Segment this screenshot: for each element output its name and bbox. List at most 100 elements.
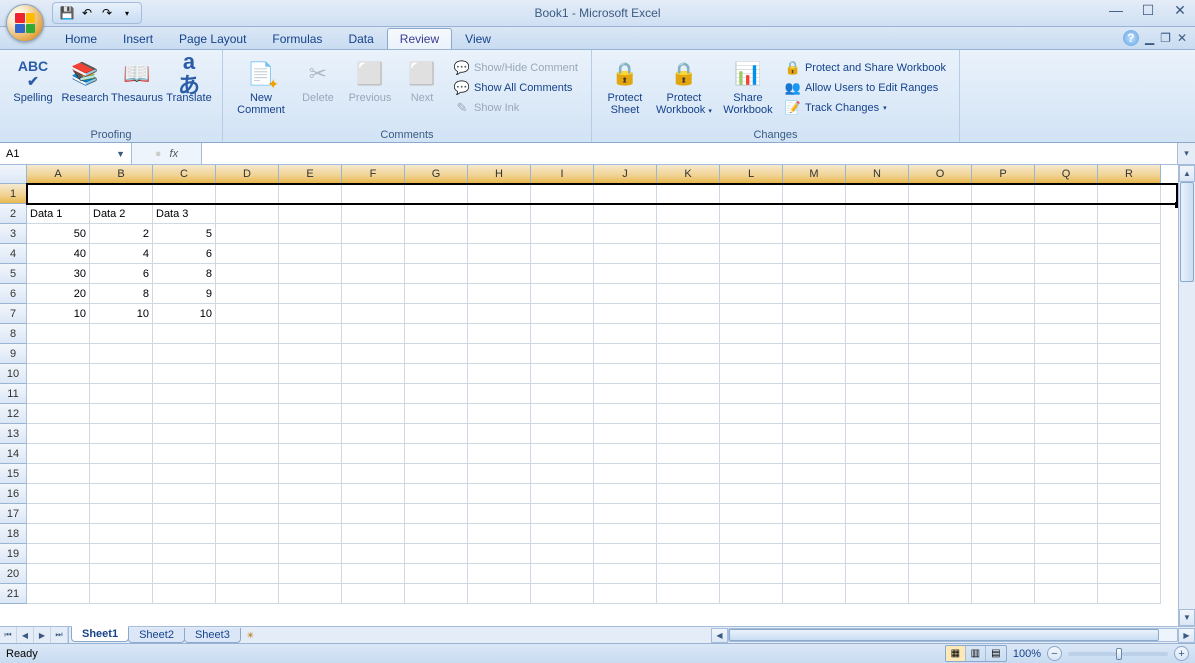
cell-D7[interactable] [216, 304, 279, 324]
cell-O17[interactable] [909, 504, 972, 524]
cell-L6[interactable] [720, 284, 783, 304]
cell-H14[interactable] [468, 444, 531, 464]
cell-N18[interactable] [846, 524, 909, 544]
spelling-button[interactable]: ABC✔ Spelling [8, 53, 58, 123]
cell-Q12[interactable] [1035, 404, 1098, 424]
cell-J2[interactable] [594, 204, 657, 224]
cell-M15[interactable] [783, 464, 846, 484]
cell-C16[interactable] [153, 484, 216, 504]
row-header-16[interactable]: 16 [0, 484, 27, 504]
cell-G16[interactable] [405, 484, 468, 504]
cell-R12[interactable] [1098, 404, 1161, 424]
cell-F21[interactable] [342, 584, 405, 604]
cell-H18[interactable] [468, 524, 531, 544]
cell-N21[interactable] [846, 584, 909, 604]
cell-B2[interactable]: Data 2 [90, 204, 153, 224]
row-header-7[interactable]: 7 [0, 304, 27, 324]
cell-D17[interactable] [216, 504, 279, 524]
view-page-layout-icon[interactable]: ▥ [966, 646, 986, 661]
cell-C12[interactable] [153, 404, 216, 424]
tab-insert[interactable]: Insert [110, 28, 166, 49]
cell-G8[interactable] [405, 324, 468, 344]
cell-K4[interactable] [657, 244, 720, 264]
cell-I2[interactable] [531, 204, 594, 224]
cell-H3[interactable] [468, 224, 531, 244]
cancel-formula-icon[interactable]: ● [155, 148, 162, 160]
cell-F11[interactable] [342, 384, 405, 404]
cell-Q21[interactable] [1035, 584, 1098, 604]
cell-C5[interactable]: 8 [153, 264, 216, 284]
cell-M17[interactable] [783, 504, 846, 524]
cell-E18[interactable] [279, 524, 342, 544]
cell-C8[interactable] [153, 324, 216, 344]
cell-D8[interactable] [216, 324, 279, 344]
cell-K1[interactable] [657, 184, 720, 204]
cell-L11[interactable] [720, 384, 783, 404]
cell-L4[interactable] [720, 244, 783, 264]
cell-P5[interactable] [972, 264, 1035, 284]
row-header-6[interactable]: 6 [0, 284, 27, 304]
cell-B6[interactable]: 8 [90, 284, 153, 304]
cell-A6[interactable]: 20 [27, 284, 90, 304]
cell-D5[interactable] [216, 264, 279, 284]
cell-G1[interactable] [405, 184, 468, 204]
cell-G14[interactable] [405, 444, 468, 464]
cell-B19[interactable] [90, 544, 153, 564]
cell-M9[interactable] [783, 344, 846, 364]
cell-N20[interactable] [846, 564, 909, 584]
sheet-nav-next-icon[interactable]: ▶ [34, 627, 51, 643]
cell-O12[interactable] [909, 404, 972, 424]
cell-C3[interactable]: 5 [153, 224, 216, 244]
cell-B7[interactable]: 10 [90, 304, 153, 324]
cell-M6[interactable] [783, 284, 846, 304]
cell-L14[interactable] [720, 444, 783, 464]
cell-A14[interactable] [27, 444, 90, 464]
cell-N13[interactable] [846, 424, 909, 444]
zoom-in-button[interactable]: + [1174, 646, 1189, 661]
cell-D2[interactable] [216, 204, 279, 224]
cell-K3[interactable] [657, 224, 720, 244]
cell-G10[interactable] [405, 364, 468, 384]
cell-C11[interactable] [153, 384, 216, 404]
cell-I10[interactable] [531, 364, 594, 384]
cell-J16[interactable] [594, 484, 657, 504]
cell-N8[interactable] [846, 324, 909, 344]
cell-J1[interactable] [594, 184, 657, 204]
cell-P6[interactable] [972, 284, 1035, 304]
zoom-out-button[interactable]: − [1047, 646, 1062, 661]
close-button[interactable]: ✕ [1171, 2, 1189, 18]
cell-I21[interactable] [531, 584, 594, 604]
cell-N5[interactable] [846, 264, 909, 284]
column-header-F[interactable]: F [342, 165, 405, 184]
cell-N11[interactable] [846, 384, 909, 404]
cell-F13[interactable] [342, 424, 405, 444]
cell-L8[interactable] [720, 324, 783, 344]
translate-button[interactable]: aあ Translate [164, 53, 214, 123]
cell-M10[interactable] [783, 364, 846, 384]
cell-B11[interactable] [90, 384, 153, 404]
cell-G11[interactable] [405, 384, 468, 404]
sheet-tab-sheet2[interactable]: Sheet2 [128, 628, 185, 643]
cell-P10[interactable] [972, 364, 1035, 384]
next-comment-button[interactable]: ⬜ Next [397, 53, 447, 123]
undo-icon[interactable]: ↶ [79, 5, 95, 21]
cell-B4[interactable]: 4 [90, 244, 153, 264]
cell-A7[interactable]: 10 [27, 304, 90, 324]
row-header-2[interactable]: 2 [0, 204, 27, 224]
tab-review[interactable]: Review [387, 28, 452, 49]
cell-D14[interactable] [216, 444, 279, 464]
cell-C7[interactable]: 10 [153, 304, 216, 324]
cell-L3[interactable] [720, 224, 783, 244]
cell-H16[interactable] [468, 484, 531, 504]
cell-O18[interactable] [909, 524, 972, 544]
cell-I1[interactable] [531, 184, 594, 204]
cell-E4[interactable] [279, 244, 342, 264]
research-button[interactable]: 📚 Research [60, 53, 110, 123]
zoom-percent[interactable]: 100% [1013, 648, 1041, 660]
cell-Q7[interactable] [1035, 304, 1098, 324]
row-header-15[interactable]: 15 [0, 464, 27, 484]
cell-F6[interactable] [342, 284, 405, 304]
cell-L7[interactable] [720, 304, 783, 324]
cell-N14[interactable] [846, 444, 909, 464]
column-header-G[interactable]: G [405, 165, 468, 184]
